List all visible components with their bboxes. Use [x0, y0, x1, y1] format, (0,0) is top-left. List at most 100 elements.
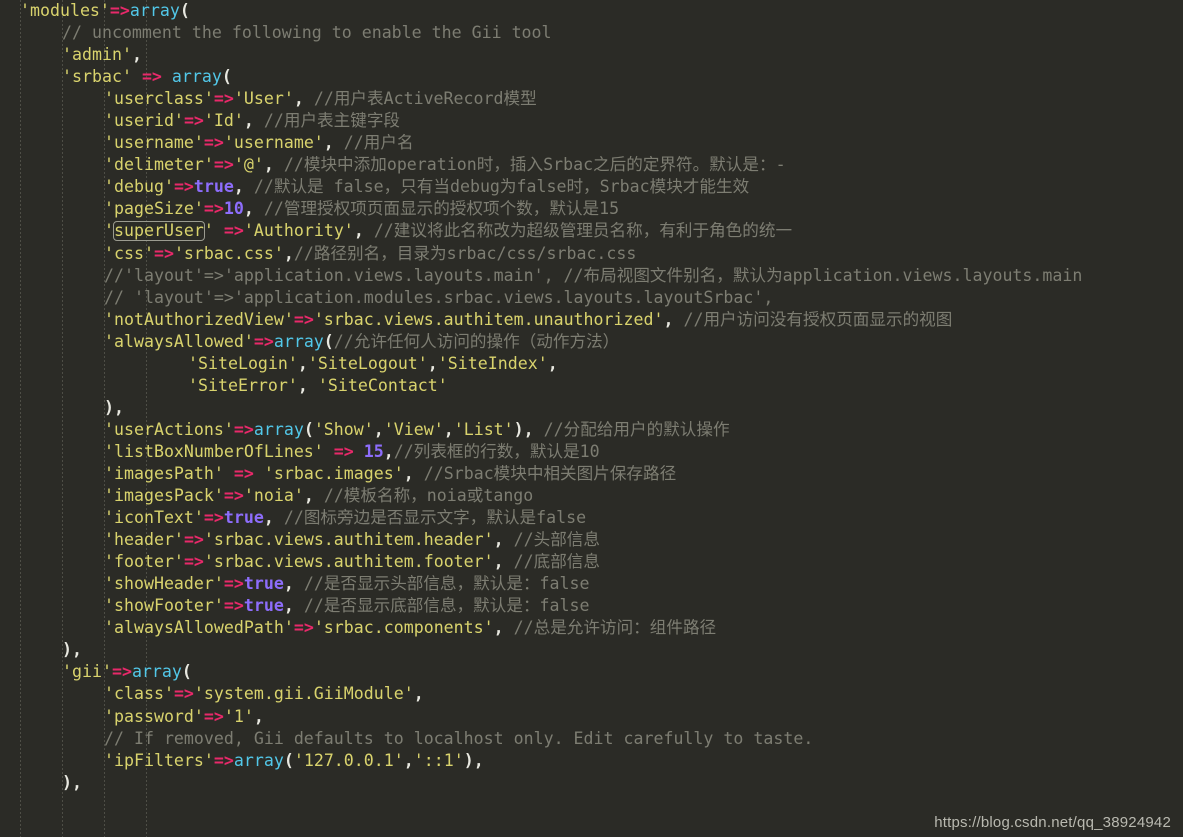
code-punctuation: ( — [303, 419, 314, 439]
code-string: 'srbac.views.authitem.footer' — [203, 552, 494, 572]
code-operator: => — [213, 750, 234, 770]
code-line[interactable]: 'showFooter'=>true, //是否显示底部信息，默认是：false — [0, 595, 1082, 617]
code-line[interactable]: 'gii'=>array( — [0, 661, 1082, 683]
code-punctuation: ) — [62, 772, 72, 792]
code-operator: => — [223, 596, 244, 616]
code-line[interactable]: // uncomment the following to enable the… — [0, 22, 1082, 44]
code-comment: //建议将此名称改为超级管理员名称，有利于角色的统一 — [373, 221, 793, 241]
code-string: 'showHeader' — [104, 574, 224, 594]
code-operator: => — [223, 486, 244, 506]
code-string: 'userActions' — [104, 419, 234, 439]
code-line[interactable]: 'SiteError', 'SiteContact' — [0, 375, 1082, 397]
code-line[interactable]: 'imagesPack'=>'noia', //模板名称，noia或tango — [0, 485, 1082, 507]
code-line[interactable]: 'superUser' =>'Authority', //建议将此名称改为超级管… — [0, 220, 1082, 242]
code-punctuation: , — [403, 750, 414, 770]
code-string: 'username' — [104, 133, 204, 153]
code-line[interactable]: 'userclass'=>'User', //用户表ActiveRecord模型 — [0, 88, 1082, 110]
code-operator: => — [233, 419, 254, 439]
code-string: '127.0.0.1' — [293, 750, 404, 770]
code-line[interactable]: // If removed, Gii defaults to localhost… — [0, 728, 1082, 750]
code-string: 'ipFilters' — [104, 750, 214, 770]
code-string: 'srbac.components' — [313, 618, 494, 638]
code-string: 'Authority' — [243, 221, 354, 241]
code-line[interactable]: 'alwaysAllowedPath'=>'srbac.components',… — [0, 617, 1082, 639]
code-punctuation: , — [353, 221, 364, 241]
code-string: '@' — [233, 155, 264, 175]
code-string: 'gii' — [62, 662, 112, 682]
code-line[interactable]: 'username'=>'username', //用户名 — [0, 132, 1082, 154]
code-line[interactable]: ), — [0, 772, 1082, 794]
code-comment: //管理授权项页面显示的授权项个数，默认是15 — [263, 199, 620, 219]
code-line[interactable]: 'footer'=>'srbac.views.authitem.footer',… — [0, 551, 1082, 573]
code-comment: //头部信息 — [513, 530, 600, 550]
code-operator: => — [213, 89, 234, 109]
code-line[interactable]: ), — [0, 397, 1082, 419]
code-line[interactable]: 'debug'=>true, //默认是 false，只有当debug为fals… — [0, 176, 1082, 198]
code-function: array — [171, 67, 222, 87]
code-line[interactable]: 'password'=>'1', — [0, 706, 1082, 728]
code-comment: // If removed, Gii defaults to localhost… — [104, 728, 814, 748]
code-punctuation: ( — [283, 750, 294, 770]
code-punctuation: ( — [221, 67, 232, 87]
code-comment: //底部信息 — [513, 552, 600, 572]
code-punctuation: , — [283, 596, 294, 616]
code-operator: => — [253, 331, 274, 351]
code-content[interactable]: 'modules'=>array(// uncomment the follow… — [0, 0, 1082, 794]
code-comment: //模块中添加operation时，插入Srbac之后的定界符。默认是：- — [283, 155, 786, 175]
code-line[interactable]: 'ipFilters'=>array('127.0.0.1','::1'), — [0, 750, 1082, 772]
code-operator: => — [333, 441, 354, 461]
code-string: 'iconText' — [104, 508, 204, 528]
code-comment: //用户名 — [343, 133, 414, 153]
code-punctuation: , — [493, 618, 504, 638]
code-line[interactable]: 'userid'=>'Id', //用户表主键字段 — [0, 110, 1082, 132]
code-line[interactable]: 'delimeter'=>'@', //模块中添加operation时，插入Sr… — [0, 154, 1082, 176]
code-comment: //用户访问没有授权页面显示的视图 — [683, 309, 953, 329]
code-comment: //是否显示头部信息，默认是：false — [303, 574, 590, 594]
code-string: 'header' — [104, 530, 184, 550]
code-line[interactable]: 'pageSize'=>10, //管理授权项页面显示的授权项个数，默认是15 — [0, 198, 1082, 220]
code-line[interactable]: 'css'=>'srbac.css',//路径别名，目录为srbac/css/s… — [0, 243, 1082, 265]
code-line[interactable]: 'listBoxNumberOfLines' => 15,//列表框的行数，默认… — [0, 441, 1082, 463]
code-line[interactable]: 'alwaysAllowed'=>array(//允许任何人访问的操作（动作方法… — [0, 331, 1082, 353]
code-line[interactable]: 'imagesPath' => 'srbac.images', //Srbac模… — [0, 463, 1082, 485]
code-punctuation: , — [303, 486, 314, 506]
code-line[interactable]: 'class'=>'system.gii.GiiModule', — [0, 683, 1082, 705]
code-operator: => — [173, 684, 194, 704]
code-punctuation: , — [243, 199, 254, 219]
code-punctuation: , — [373, 419, 384, 439]
code-line[interactable]: // 'layout'=>'application.modules.srbac.… — [0, 287, 1082, 309]
code-line[interactable]: 'showHeader'=>true, //是否显示头部信息，默认是：false — [0, 573, 1082, 595]
code-string: 'noia' — [243, 486, 304, 506]
code-line[interactable]: 'userActions'=>array('Show','View','List… — [0, 419, 1082, 441]
code-line[interactable]: 'srbac' => array( — [0, 66, 1082, 88]
code-string: '1' — [223, 706, 254, 726]
code-line[interactable]: //'layout'=>'application.views.layouts.m… — [0, 265, 1082, 287]
code-string: 'imagesPack' — [104, 486, 224, 506]
code-string: '::1' — [413, 750, 464, 770]
code-line[interactable]: 'iconText'=>true, //图标旁边是否显示文字，默认是false — [0, 507, 1082, 529]
code-comment: //'layout'=>'application.views.layouts.m… — [104, 265, 1083, 285]
code-punctuation: , — [243, 111, 254, 131]
code-editor[interactable]: 'modules'=>array(// uncomment the follow… — [0, 0, 1183, 837]
code-string: 'Show' — [313, 419, 374, 439]
code-string: 'srbac.views.authitem.header' — [203, 530, 494, 550]
code-string: 'User' — [233, 89, 294, 109]
code-comment: //允许任何人访问的操作（动作方法） — [333, 331, 620, 351]
code-operator: => — [203, 133, 224, 153]
code-punctuation: , — [283, 243, 294, 263]
code-line[interactable]: 'notAuthorizedView'=>'srbac.views.authit… — [0, 309, 1082, 331]
code-comment: //Srbac模块中相关图片保存路径 — [423, 463, 677, 483]
code-line[interactable]: 'SiteLogin','SiteLogout','SiteIndex', — [0, 353, 1082, 375]
code-comment: //路径别名，目录为srbac/css/srbac.css — [293, 243, 637, 263]
code-string: 'pageSize' — [104, 199, 204, 219]
code-operator: => — [153, 243, 174, 263]
code-line[interactable]: 'admin', — [0, 44, 1082, 66]
code-line[interactable]: 'header'=>'srbac.views.authitem.header',… — [0, 529, 1082, 551]
code-keyword: true — [243, 574, 284, 594]
code-comment: //分配给用户的默认操作 — [543, 419, 730, 439]
code-line[interactable]: 'modules'=>array( — [0, 0, 1082, 22]
code-line[interactable]: ), — [0, 639, 1082, 661]
code-string: 'SiteError' — [188, 375, 298, 395]
code-string: 'alwaysAllowedPath' — [104, 618, 294, 638]
code-punctuation: ) — [62, 640, 72, 660]
